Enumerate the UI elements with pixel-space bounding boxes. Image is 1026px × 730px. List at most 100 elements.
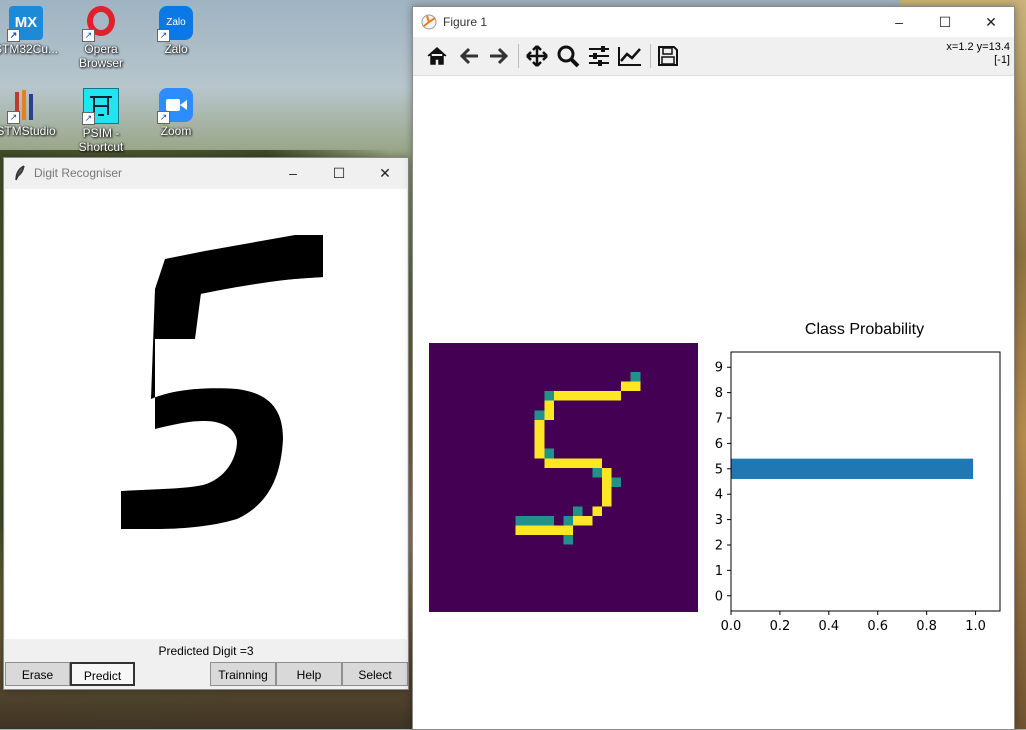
desktop-icon-stm32cube[interactable]: MX ↗ STM32Cu...: [0, 6, 64, 56]
digit-pixel-mid: [563, 535, 574, 545]
digit-pixel: [563, 525, 574, 536]
save-icon[interactable]: [654, 43, 682, 69]
minimize-button[interactable]: –: [270, 158, 316, 188]
digit-pixel-mid: [534, 410, 545, 420]
digit-pixel: [534, 525, 545, 536]
maximize-button[interactable]: ☐: [316, 158, 362, 188]
desktop-icon-psim[interactable]: ↗ PSIM - Shortcut: [63, 88, 139, 154]
digit-pixel: [544, 525, 554, 536]
bar-class-5: [731, 458, 974, 479]
zalo-icon: Zalo ↗: [157, 6, 193, 42]
feather-icon: [12, 165, 28, 181]
y-tick-label: 8: [715, 386, 723, 401]
drawing-canvas[interactable]: [5, 189, 407, 639]
window-title: Digit Recogniser: [34, 166, 123, 180]
zoom-icon[interactable]: [554, 43, 582, 69]
y-tick-label: 4: [715, 488, 723, 503]
digit-pixel: [573, 515, 583, 526]
coords-xy: x=1.2 y=13.4: [946, 41, 1010, 53]
digit-pixel-mid: [544, 515, 554, 526]
digit-pixel: [563, 391, 574, 401]
chart-title: Class Probability: [804, 321, 925, 338]
desktop-icon-label: STMStudio: [0, 124, 56, 138]
digit-pixel: [621, 381, 631, 392]
digit-pixel: [544, 410, 554, 420]
digit-pixel-mid: [525, 515, 535, 526]
x-tick-label: 1.0: [965, 619, 986, 634]
stm32cube-icon: MX ↗: [7, 6, 43, 42]
pan-icon[interactable]: [523, 43, 551, 69]
digit-pixel: [553, 391, 564, 401]
opera-icon: ↗: [82, 6, 118, 42]
digit-pixel: [582, 458, 593, 468]
close-button[interactable]: ✕: [968, 7, 1014, 37]
toolbar-separator: [518, 44, 519, 68]
desktop-icon-zoom[interactable]: ↗ Zoom: [138, 88, 214, 138]
y-tick-label: 1: [715, 564, 723, 579]
desktop-icon-opera[interactable]: ↗ Opera Browser: [63, 6, 139, 70]
digit-pixel: [592, 391, 602, 401]
desktop-icon-label: Zalo: [164, 42, 188, 56]
home-icon[interactable]: [423, 43, 451, 69]
select-button[interactable]: Select: [342, 662, 408, 686]
title-bar[interactable]: Figure 1 – ☐ ✕: [413, 7, 1014, 37]
digit-pixel: [534, 429, 545, 440]
y-tick-label: 6: [715, 437, 723, 452]
digit-pixel: [582, 391, 593, 401]
digit-pixel: [573, 458, 583, 468]
digit-pixel-mid: [563, 515, 574, 526]
desktop-icon-zalo[interactable]: Zalo ↗ Zalo: [138, 6, 214, 56]
predict-button[interactable]: Predict: [70, 662, 135, 686]
digit-pixel: [525, 525, 535, 536]
digit-pixel: [553, 525, 564, 536]
class-probability-chart: 0 1 2 3 4 5 6 7 8 9 0.0 0.2 0.4 0.6 0.8 1.0: [715, 351, 1001, 634]
digit-pixel-mid: [611, 477, 622, 488]
close-button[interactable]: ✕: [362, 158, 408, 188]
training-button[interactable]: Trainning: [210, 662, 276, 686]
digit-pixel: [515, 525, 526, 536]
figure-window: Figure 1 – ☐ ✕ x=1.2 y=13.4 [-1] Class P…: [412, 6, 1015, 730]
coords-value: [-1]: [994, 54, 1010, 66]
digit-pixel: [630, 381, 641, 392]
erase-button[interactable]: Erase: [5, 662, 70, 686]
predicted-digit-label: Predicted Digit =3: [158, 644, 254, 658]
digit-pixel: [544, 458, 554, 468]
desktop-icon-label: STM32Cu...: [0, 42, 59, 56]
digit-pixel: [582, 515, 593, 526]
window-title: Figure 1: [443, 15, 488, 29]
maximize-button[interactable]: ☐: [922, 7, 968, 37]
digit-pixel: [534, 419, 545, 430]
zoom-icon: ↗: [157, 88, 193, 124]
desktop-icon-label: PSIM - Shortcut: [78, 126, 124, 154]
edit-axis-icon[interactable]: [616, 43, 644, 69]
digit-pixel: [573, 391, 583, 401]
forward-arrow-icon[interactable]: [485, 43, 513, 69]
digit-pixel: [601, 467, 612, 478]
digit-pixel-mid: [544, 448, 554, 459]
psim-icon: ↗: [82, 88, 119, 125]
desktop-icon-label: Zoom: [160, 124, 192, 138]
y-tick-label: 2: [715, 538, 723, 553]
digit-pixel-mid: [573, 506, 583, 516]
configure-subplots-icon[interactable]: [585, 43, 613, 69]
digit-pixel: [534, 448, 545, 459]
y-tick-label: 5: [715, 462, 723, 477]
y-tick-label: 7: [715, 412, 723, 427]
x-tick-label: 0.6: [867, 619, 888, 634]
back-arrow-icon[interactable]: [455, 43, 483, 69]
digit-recogniser-window: Digit Recogniser – ☐ ✕ Predicted Digit =…: [3, 157, 409, 690]
desktop-icon-stmstudio[interactable]: ↗ STMStudio: [0, 88, 64, 138]
digit-pixel: [601, 487, 612, 497]
x-tick-label: 0.0: [721, 619, 742, 634]
y-tick-label: 0: [715, 589, 723, 604]
title-bar[interactable]: Digit Recogniser – ☐ ✕: [4, 158, 408, 188]
minimize-button[interactable]: –: [876, 7, 922, 37]
help-button[interactable]: Help: [276, 662, 342, 686]
navigation-toolbar: x=1.2 y=13.4 [-1]: [413, 37, 1014, 76]
matplotlib-icon: [421, 14, 437, 30]
y-tick-label: 9: [715, 361, 723, 376]
digit-pixel: [563, 458, 574, 468]
drawn-digit-five: [121, 235, 323, 529]
digit-pixel: [592, 506, 602, 516]
digit-pixel-mid: [515, 515, 526, 526]
